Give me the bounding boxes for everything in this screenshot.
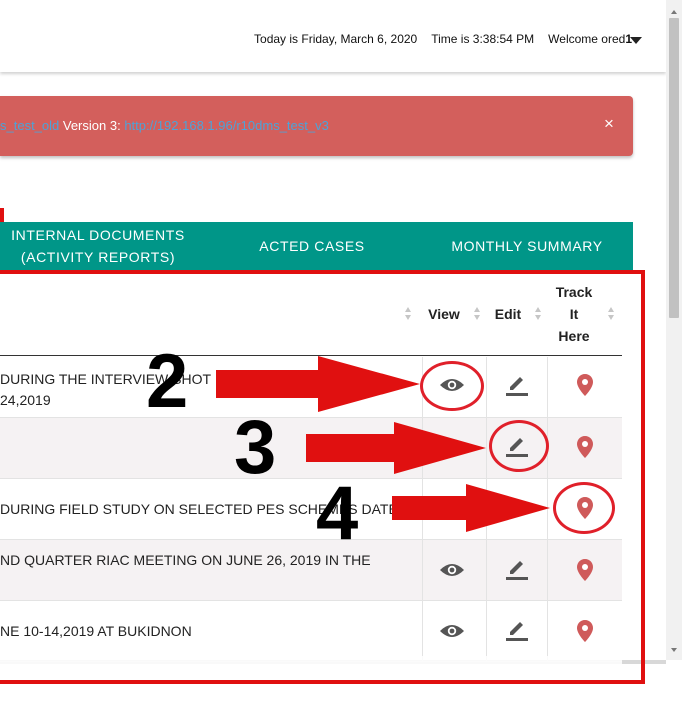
annotation-circle-edit — [489, 420, 549, 472]
close-icon[interactable]: × — [604, 114, 614, 134]
alert-text: s_test_old Version 3: http://192.168.1.9… — [0, 118, 329, 133]
annotation-arrow-4 — [392, 484, 550, 532]
tab-monthly-label: MONTHLY SUMMARY — [451, 238, 603, 254]
time-text: Time is 3:38:54 PM — [431, 32, 535, 46]
alert-v3-link[interactable]: http://192.168.1.96/r10dms_test_v3 — [124, 118, 329, 133]
alert-old-link[interactable]: s_test_old — [0, 118, 59, 133]
alert-version-label: Version 3: — [59, 118, 125, 133]
scroll-down-icon[interactable] — [671, 648, 677, 652]
top-header: Today is Friday, March 6, 2020 Time is 3… — [0, 0, 666, 72]
tab-internal-line1: INTERNAL DOCUMENTS — [11, 227, 185, 243]
tab-bar: INTERNAL DOCUMENTS (ACTIVITY REPORTS) AC… — [0, 222, 633, 270]
tab-acted-cases[interactable]: ACTED CASES — [232, 222, 392, 270]
annotation-circle-view — [420, 361, 484, 411]
scroll-up-icon[interactable] — [671, 10, 677, 14]
scrollbar-thumb[interactable] — [669, 18, 679, 318]
header-info: Today is Friday, March 6, 2020 Time is 3… — [254, 32, 632, 46]
tab-monthly-summary[interactable]: MONTHLY SUMMARY — [430, 222, 624, 270]
annotation-number-4: 4 — [316, 471, 359, 556]
date-text: Today is Friday, March 6, 2020 — [254, 32, 418, 46]
page: Today is Friday, March 6, 2020 Time is 3… — [0, 0, 682, 702]
annotation-number-2: 2 — [146, 339, 189, 424]
annotation-circle-track — [553, 482, 615, 534]
annotation-number-3: 3 — [234, 405, 277, 490]
welcome-text[interactable]: Welcome ored1 — [548, 32, 632, 46]
annotation-arrow-3 — [306, 422, 486, 474]
tab-acted-label: ACTED CASES — [259, 238, 365, 254]
user-menu-caret-icon[interactable] — [630, 37, 642, 44]
version-alert: s_test_old Version 3: http://192.168.1.9… — [0, 96, 633, 156]
tab-internal-documents[interactable]: INTERNAL DOCUMENTS (ACTIVITY REPORTS) — [0, 222, 196, 270]
welcome-label: Welcome ored — [548, 32, 626, 46]
tab-internal-line2: (ACTIVITY REPORTS) — [20, 249, 176, 265]
